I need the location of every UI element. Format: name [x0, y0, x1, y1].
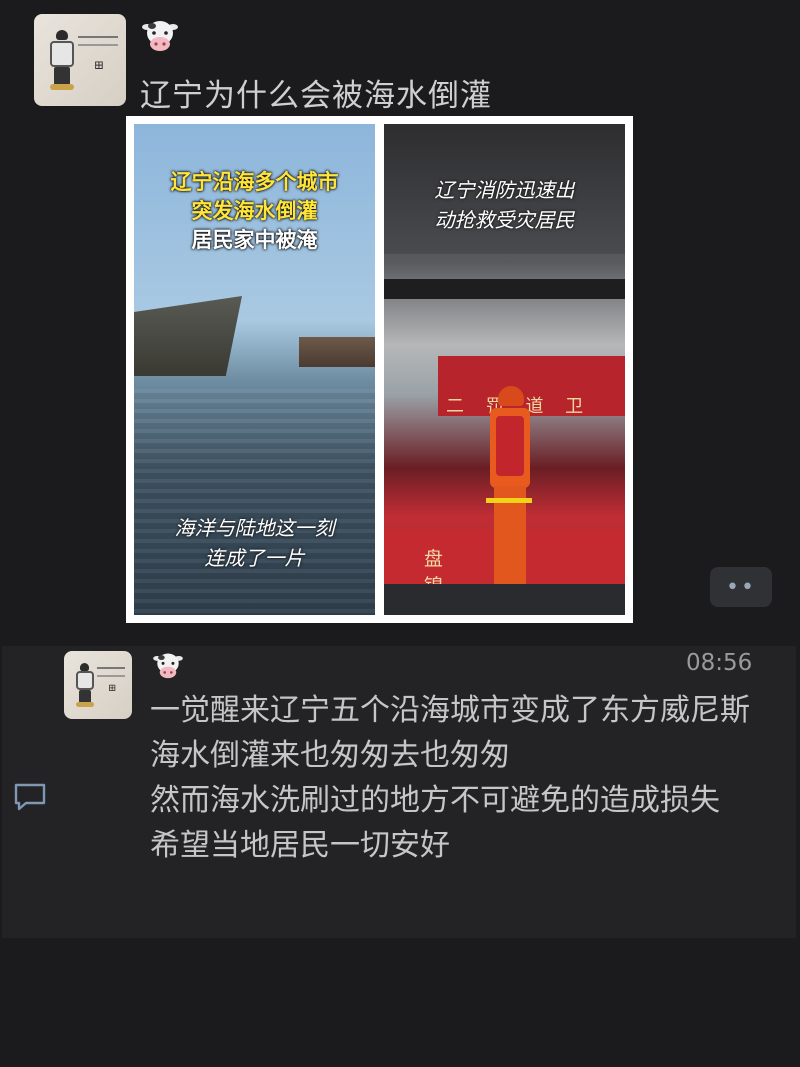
water-surface — [134, 389, 375, 615]
reply-body: 一觉醒来辽宁五个沿海城市变成了东方威尼斯 海水倒灌来也匆匆去也匆匆 然而海水洗刷… — [150, 688, 780, 868]
avatar-figure-body — [50, 41, 74, 67]
right-caption-line-1: 辽宁消防迅速出 — [434, 178, 575, 202]
reply-line-2: 海水倒灌来也匆匆去也匆匆 — [150, 738, 510, 773]
reply-avatar-scribble — [97, 667, 125, 669]
avatar-stamp-mark: ⊞ — [94, 58, 105, 72]
left-caption-line-3: 居民家中被淹 — [191, 228, 318, 252]
reply-avatar-body — [76, 671, 94, 690]
reply-avatar-stamp: ⊞ — [108, 683, 117, 694]
car-window-frame — [384, 279, 625, 299]
post-message: ⊞ 辽宁为什么会被海水倒灌 辽宁沿海多个城市 突发海水倒灌 居民家中被淹 海洋与… — [0, 0, 800, 640]
reply-line-4: 希望当地居民一切安好 — [150, 828, 450, 863]
reply-avatar-icon[interactable]: ⊞ — [64, 651, 132, 719]
car-dashboard — [384, 584, 625, 615]
cow-emoji-icon — [142, 21, 178, 51]
reply-timestamp: 08:56 — [686, 650, 753, 676]
post-image[interactable]: 辽宁沿海多个城市 突发海水倒灌 居民家中被淹 海洋与陆地这一刻 连成了一片 辽宁… — [126, 116, 633, 623]
more-dots-icon[interactable]: •• — [710, 567, 772, 607]
reflective-stripe — [486, 498, 532, 503]
left-caption-line-1: 辽宁沿海多个城市 — [170, 170, 339, 194]
avatar-figure-head — [56, 30, 68, 40]
user-avatar-icon[interactable]: ⊞ — [34, 14, 126, 106]
left-bottom-caption-line-1: 海洋与陆地这一刻 — [174, 516, 335, 540]
image-panel-left: 辽宁沿海多个城市 突发海水倒灌 居民家中被淹 海洋与陆地这一刻 连成了一片 — [134, 124, 375, 615]
boat-left-shape — [134, 296, 242, 376]
firefighter-vest — [496, 416, 524, 476]
post-title: 辽宁为什么会被海水倒灌 — [140, 78, 492, 114]
firefighter-figure — [486, 386, 532, 586]
reply-line-3: 然而海水洗刷过的地方不可避免的造成损失 — [150, 783, 720, 818]
firefighter-helmet — [498, 386, 524, 406]
cow-emoji-icon — [153, 653, 183, 679]
reply-line-1: 一觉醒来辽宁五个沿海城市变成了东方威尼斯 — [150, 693, 750, 728]
left-bottom-caption-line-2: 连成了一片 — [204, 546, 305, 570]
comment-icon[interactable] — [12, 781, 48, 813]
avatar-figure-legs — [54, 67, 70, 85]
left-caption-line-2: 突发海水倒灌 — [191, 199, 318, 223]
boat-right-shape — [299, 337, 375, 367]
reply-avatar-head — [80, 663, 89, 671]
avatar-scribble — [78, 36, 118, 38]
image-panel-right: 辽宁消防迅速出 动抢救受灾居民 二 罚 道 卫 盘 锦 防 — [384, 124, 625, 615]
right-caption-line-2: 动抢救受灾居民 — [434, 208, 575, 232]
avatar-figure-shoe — [50, 84, 74, 90]
reply-avatar-shoe — [76, 702, 94, 707]
